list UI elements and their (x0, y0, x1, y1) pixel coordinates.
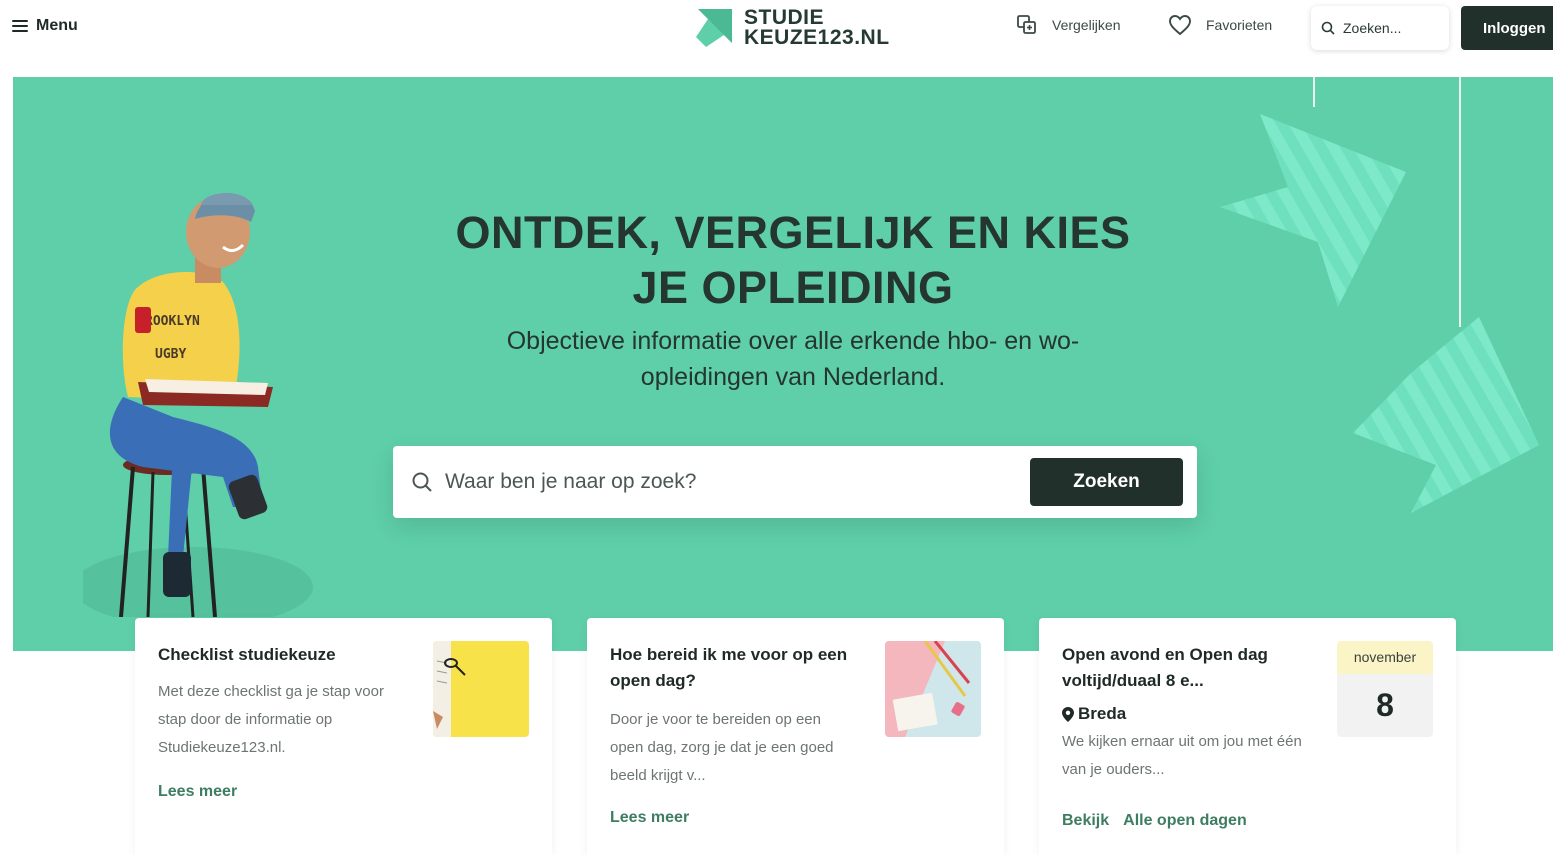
card-location-label: Breda (1078, 704, 1127, 723)
hero-title-line-1: ONTDEK, VERGELIJK EN KIES (455, 207, 1131, 258)
search-icon (1321, 21, 1335, 35)
search-icon (412, 472, 432, 492)
card-read-more-link[interactable]: Lees meer (158, 783, 237, 801)
site-header: Menu STUDIE KEUZE123.NL Vergelijken Favo… (0, 0, 1553, 56)
date-month: november (1337, 641, 1433, 674)
site-logo[interactable]: STUDIE KEUZE123.NL (694, 7, 890, 49)
card-open-evening[interactable]: Open avond en Open dag voltijd/duaal 8 e… (1039, 618, 1456, 855)
shirt-text-2: UGBY (155, 347, 186, 362)
logo-arrow-icon (696, 9, 732, 47)
card-checklist[interactable]: Checklist studiekeuze Met deze checklist… (135, 618, 552, 855)
compare-label: Vergelijken (1052, 17, 1121, 33)
card-title: Open avond en Open dag voltijd/duaal 8 e… (1062, 645, 1268, 690)
deco-line-1 (1313, 77, 1315, 107)
hamburger-icon (12, 20, 28, 32)
heart-icon (1169, 15, 1191, 36)
card-text: Met deze checklist ga je stap voor stap … (158, 683, 384, 756)
card-links: Bekijk Alle open dagen (1062, 812, 1247, 830)
compare-icon (1017, 15, 1036, 34)
notebook-image (885, 641, 971, 737)
hero-banner: ROOKLYN UGBY ONTDEK, VERGELIJK EN KIES J… (13, 77, 1553, 651)
hero-search-bar: Zoeken (393, 446, 1197, 518)
open-day-thumbnail (885, 641, 981, 737)
card-open-day-prep[interactable]: Hoe bereid ik me voor op een open dag? D… (587, 618, 1004, 855)
card-text: We kijken ernaar uit om jou met één van … (1062, 733, 1302, 778)
hero-title-line-2: JE OPLEIDING (632, 262, 954, 313)
checklist-thumbnail (433, 641, 529, 737)
student-illustration: ROOKLYN UGBY (83, 192, 313, 617)
shirt-text-1: ROOKLYN (145, 314, 200, 329)
date-badge: november 8 (1337, 641, 1433, 737)
card-title: Checklist studiekeuze (158, 645, 336, 664)
logo-text: STUDIE KEUZE123.NL (744, 6, 890, 49)
deco-line-2 (1459, 77, 1461, 327)
date-day: 8 (1376, 687, 1394, 723)
menu-label: Menu (36, 17, 78, 34)
logo-line-2: KEUZE123.NL (744, 26, 890, 49)
favorites-link[interactable]: Favorieten (1168, 14, 1272, 36)
favorites-label: Favorieten (1206, 17, 1273, 33)
card-text: Door je voor te bereiden op een open dag… (610, 711, 834, 784)
header-search[interactable] (1311, 6, 1449, 50)
view-link[interactable]: Bekijk (1062, 812, 1109, 830)
card-title: Hoe bereid ik me voor op een open dag? (610, 645, 848, 690)
deco-arrow-icon (1220, 114, 1406, 307)
card-read-more-link[interactable]: Lees meer (610, 809, 689, 827)
logo-line-1: STUDIE (744, 6, 825, 29)
login-button[interactable]: Inloggen (1461, 6, 1553, 50)
location-pin-icon (1062, 706, 1074, 722)
hero-search-button[interactable]: Zoeken (1030, 458, 1183, 506)
hero-subtitle: Objectieve informatie over alle erkende … (506, 327, 1080, 391)
hero-title: ONTDEK, VERGELIJK EN KIES JE OPLEIDING (393, 205, 1193, 315)
compare-link[interactable]: Vergelijken (1016, 14, 1121, 36)
menu-button[interactable]: Menu (12, 17, 78, 35)
glasses-image (433, 641, 466, 737)
all-open-days-link[interactable]: Alle open dagen (1123, 812, 1247, 830)
hero-search-input[interactable] (445, 470, 1005, 494)
header-search-input[interactable] (1343, 20, 1443, 36)
deco-arrow-icon-2 (1353, 317, 1539, 513)
